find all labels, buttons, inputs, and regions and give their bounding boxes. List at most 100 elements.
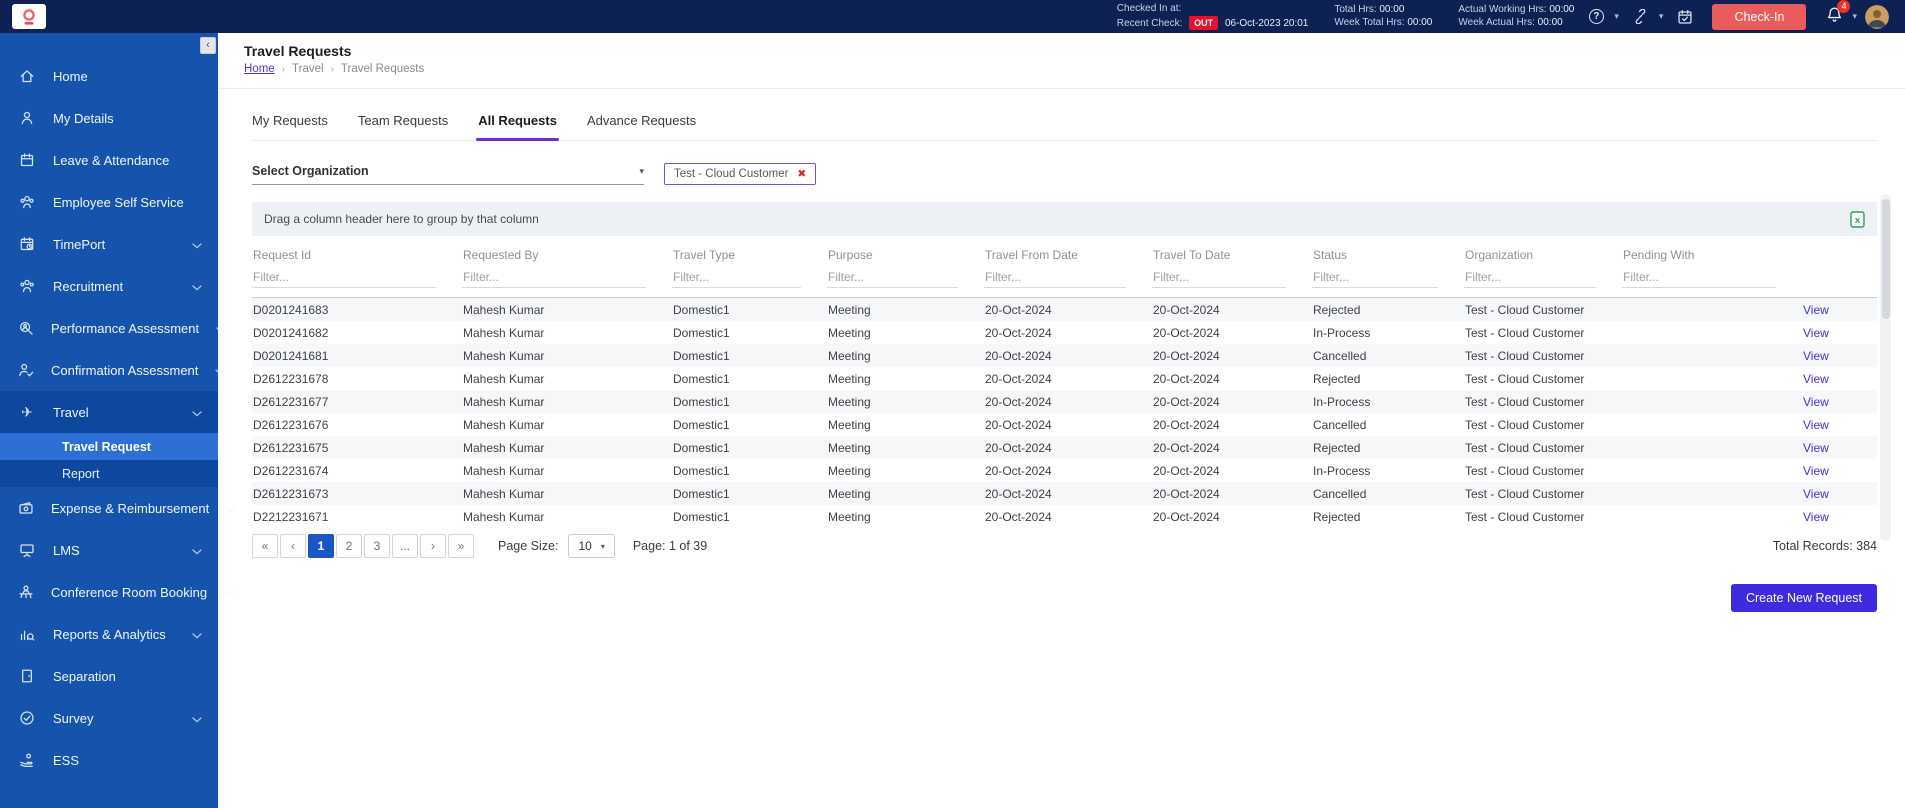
sidebar-item-home[interactable]: Home [0, 55, 218, 97]
cell-travel-from: 20-Oct-2024 [985, 463, 1052, 478]
column-header-request-id[interactable]: Request Id [252, 243, 462, 267]
sidebar-item-travel[interactable]: ✈ Travel [0, 391, 218, 433]
breadcrumb-home-link[interactable]: Home [244, 63, 275, 75]
quick-links-icon[interactable] [1632, 8, 1650, 26]
cell-travel-from: 20-Oct-2024 [985, 348, 1052, 363]
page-2-button[interactable]: 2 [336, 534, 362, 558]
column-header-pending-with[interactable]: Pending With [1622, 243, 1802, 267]
cell-travel-to: 20-Oct-2024 [1153, 463, 1220, 478]
column-header-purpose[interactable]: Purpose [827, 243, 984, 267]
sidebar-item-label: Separation [53, 668, 116, 684]
last-page-button[interactable]: » [448, 534, 474, 558]
profile-dropdown-caret-icon[interactable]: ▾ [1852, 11, 1857, 22]
confirmation-icon [18, 362, 34, 378]
page-1-button[interactable]: 1 [308, 534, 334, 558]
tab-team-requests[interactable]: Team Requests [358, 113, 448, 140]
home-icon [18, 68, 36, 84]
filter-input-organization[interactable] [1464, 267, 1596, 288]
user-avatar[interactable] [1865, 4, 1889, 29]
sidebar-item-recruitment[interactable]: Recruitment [0, 265, 218, 307]
sidebar-item-performance-assessment[interactable]: Performance Assessment [0, 307, 226, 349]
view-link[interactable]: View [1803, 418, 1829, 432]
next-page-button[interactable]: › [420, 534, 446, 558]
view-link[interactable]: View [1803, 487, 1829, 501]
sidebar-item-ess[interactable]: ESS [0, 739, 218, 781]
sidebar-item-conference-room-booking[interactable]: Conference Room Booking [0, 571, 234, 613]
prev-page-button[interactable]: ‹ [280, 534, 306, 558]
column-header-travel-from-date[interactable]: Travel From Date [984, 243, 1152, 267]
help-icon[interactable]: ? [1587, 8, 1605, 26]
column-header-travel-to-date[interactable]: Travel To Date [1152, 243, 1312, 267]
table-row: D2612231673 Mahesh Kumar Domestic1 Meeting 2… [252, 482, 1877, 505]
attendance-calendar-icon[interactable] [1676, 8, 1694, 26]
create-new-request-button[interactable]: Create New Request [1730, 584, 1877, 612]
notifications-bell[interactable]: 4 [1826, 0, 1851, 28]
filter-input-purpose[interactable] [827, 267, 958, 288]
column-header-requested-by[interactable]: Requested By [462, 243, 672, 267]
links-dropdown-caret-icon[interactable]: ▾ [1659, 11, 1664, 22]
view-link[interactable]: View [1803, 441, 1829, 455]
sidebar-subitem-report[interactable]: Report [0, 460, 218, 487]
select-organization-dropdown[interactable]: Select Organization ▾ [252, 164, 644, 185]
filter-input-travel-type[interactable] [672, 267, 801, 288]
cell-travel-type: Domestic1 [673, 325, 730, 340]
sidebar-item-employee-self-service[interactable]: Employee Self Service [0, 181, 218, 223]
view-link[interactable]: View [1803, 510, 1829, 524]
chip-remove-icon[interactable]: ✖ [797, 168, 806, 180]
view-link[interactable]: View [1803, 349, 1829, 363]
calendar-icon [18, 152, 36, 168]
out-status-badge: OUT [1189, 15, 1219, 30]
tab-my-requests[interactable]: My Requests [252, 113, 328, 140]
sidebar-subitem-travel-request[interactable]: Travel Request [0, 433, 218, 460]
sidebar-item-expense-reimbursement[interactable]: Expense & Reimbursement [0, 487, 236, 529]
check-in-button[interactable]: Check-In [1712, 3, 1807, 30]
cell-status: Rejected [1313, 371, 1361, 386]
expense-icon [18, 500, 34, 516]
sidebar-item-confirmation-assessment[interactable]: Confirmation Assessment [0, 349, 226, 391]
view-link[interactable]: View [1803, 326, 1829, 340]
cell-travel-from: 20-Oct-2024 [985, 440, 1052, 455]
sidebar-item-timeport[interactable]: TimePort [0, 223, 218, 265]
filter-input-requested-by[interactable] [462, 267, 646, 288]
filter-input-travel-to-date[interactable] [1152, 267, 1286, 288]
first-page-button[interactable]: « [252, 534, 278, 558]
cell-action: View [1802, 326, 1877, 340]
export-excel-icon[interactable]: x [1850, 210, 1865, 228]
tab-advance-requests[interactable]: Advance Requests [587, 113, 696, 140]
sidebar-item-leave-attendance[interactable]: Leave & Attendance [0, 139, 218, 181]
organization-chip-label: Test - Cloud Customer [674, 168, 789, 180]
view-link[interactable]: View [1803, 464, 1829, 478]
sidebar-item-label: My Details [53, 110, 114, 126]
sidebar-item-my-details[interactable]: My Details [0, 97, 218, 139]
column-header-organization[interactable]: Organization [1464, 243, 1622, 267]
view-link[interactable]: View [1803, 395, 1829, 409]
filter-input-status[interactable] [1312, 267, 1438, 288]
tab-all-requests[interactable]: All Requests [476, 113, 559, 141]
pagination-bar: «‹ 1 2 3... ›» Page Size: 10 ▾ Page: 1 of 39… [252, 534, 1877, 558]
cell-organization: Test - Cloud Customer [1465, 463, 1585, 478]
sidebar-item-survey[interactable]: Survey [0, 697, 218, 739]
page-3-button[interactable]: 3 [364, 534, 390, 558]
view-link[interactable]: View [1803, 303, 1829, 317]
table-scrollbar[interactable] [1880, 194, 1891, 541]
logo-icon [23, 8, 35, 25]
sidebar-item-reports-analytics[interactable]: Reports & Analytics [0, 613, 218, 655]
week-actual-hrs-value: 00:00 [1537, 16, 1563, 28]
column-header-travel-type[interactable]: Travel Type [672, 243, 827, 267]
filter-input-request-id[interactable] [252, 267, 436, 288]
sidebar-nav: Home My Details Leave & Attendance Employee… [0, 33, 236, 781]
scrollbar-thumb[interactable] [1881, 199, 1890, 319]
sidebar-item-lms[interactable]: LMS [0, 529, 218, 571]
help-dropdown-caret-icon[interactable]: ▾ [1614, 11, 1619, 22]
app-logo[interactable] [12, 4, 46, 29]
view-link[interactable]: View [1803, 372, 1829, 386]
cell-travel-to: 20-Oct-2024 [1153, 302, 1220, 317]
ellipsis-button[interactable]: ... [392, 534, 418, 558]
sidebar-collapse-button[interactable]: ‹ [200, 37, 216, 54]
page-size-select[interactable]: 10 ▾ [568, 534, 615, 558]
filter-input-travel-from-date[interactable] [984, 267, 1126, 288]
select-organization-label: Select Organization [252, 164, 369, 178]
column-header-status[interactable]: Status [1312, 243, 1464, 267]
sidebar-item-separation[interactable]: Separation [0, 655, 218, 697]
filter-input-pending-with[interactable] [1622, 267, 1776, 288]
